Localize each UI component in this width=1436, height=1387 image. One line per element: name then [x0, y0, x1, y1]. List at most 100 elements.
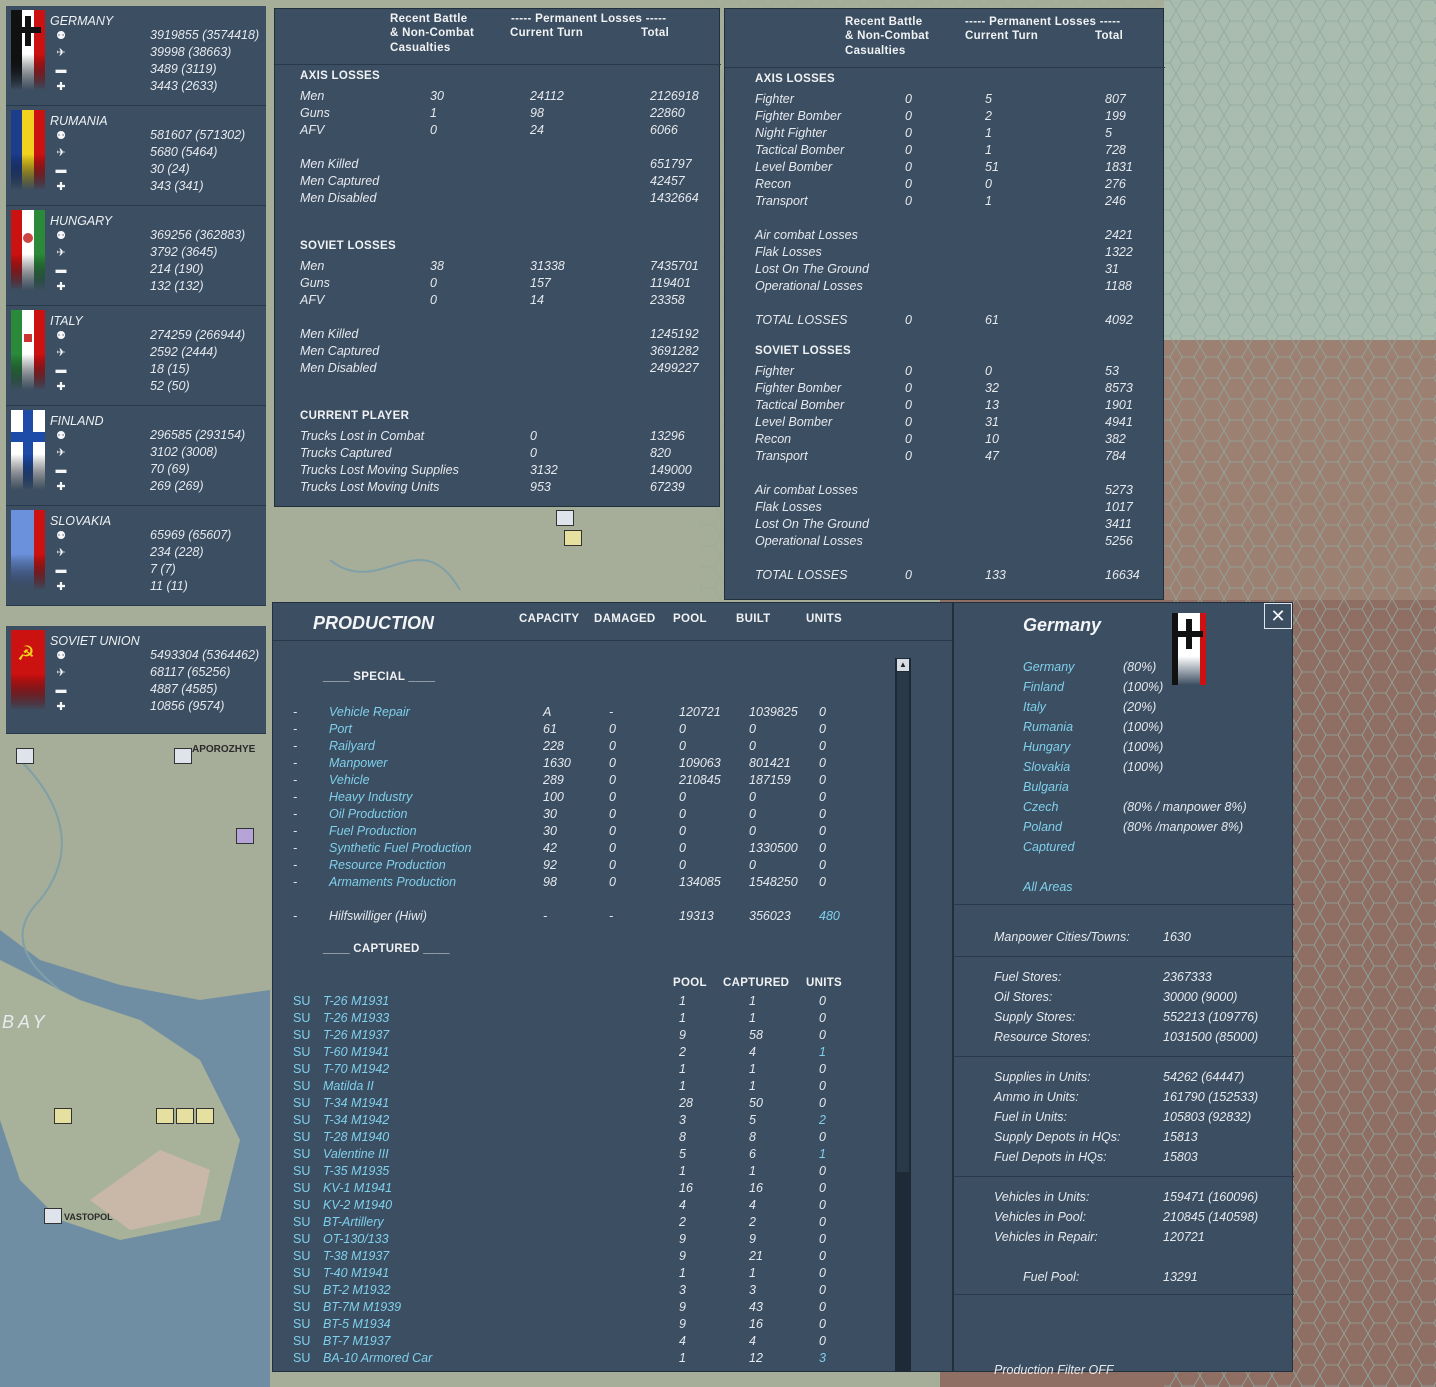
area-link[interactable]: Finland	[1023, 680, 1064, 694]
axis-loss-cell: 1	[430, 106, 437, 120]
map-unit-counter[interactable]	[564, 530, 582, 546]
map-unit-counter[interactable]	[174, 748, 192, 764]
captured-item-link[interactable]: BT-2 M1932	[323, 1283, 391, 1297]
soviet-air-losses-title: SOVIET LOSSES	[755, 345, 851, 357]
captured-item-link[interactable]: T-60 M1941	[323, 1045, 389, 1059]
nation-row-rumania[interactable]: RUMANIA ⚉ 581607 (571302) ✈ 5680 (5464) ▬ 30 (…	[6, 106, 266, 206]
gun-icon: ✈	[56, 47, 66, 59]
unit-supply-label: Fuel Depots in HQs:	[994, 1150, 1107, 1164]
captured-item-link[interactable]: Matilda II	[323, 1079, 374, 1093]
captured-item-link[interactable]: BT-7 M1937	[323, 1334, 391, 1348]
captured-item-link[interactable]: KV-1 M1941	[323, 1181, 392, 1195]
nation-row-hungary[interactable]: HUNGARY ⚉ 369256 (362883) ✈ 3792 (3645) ▬ 214 …	[6, 206, 266, 306]
axis-loss-cell: 6066	[650, 123, 678, 137]
soviet-air-cell: Fighter Bomber	[755, 381, 842, 395]
area-link[interactable]: Bulgaria	[1023, 780, 1069, 794]
col-capacity[interactable]: CAPACITY	[519, 613, 579, 625]
axis-loss-cell: Men	[300, 89, 325, 103]
captured-item-link[interactable]: T-70 M1942	[323, 1062, 389, 1076]
map-label-zaporozhye: APOROZHYE	[192, 744, 256, 755]
nation-row-soviet-union[interactable]: ☭ SOVIET UNION ⚉ 5493304 (5364462) ✈ 68117 (6…	[6, 626, 266, 734]
map-unit-counter[interactable]	[156, 1108, 174, 1124]
close-button[interactable]: ✕	[1264, 603, 1292, 629]
col-units[interactable]: UNITS	[806, 613, 842, 625]
soviet-air-cell: 8573	[1105, 381, 1133, 395]
special-item-link[interactable]: Manpower	[329, 756, 387, 770]
truck-loss-label: Trucks Lost Moving Units	[300, 480, 440, 494]
captured-cell: 9	[749, 1232, 756, 1246]
captured-cell: 2	[679, 1045, 686, 1059]
captured-item-link[interactable]: BA-10 Armored Car	[323, 1351, 432, 1365]
scroll-up-button[interactable]: ▲	[897, 659, 909, 671]
col-damaged[interactable]: DAMAGED	[594, 613, 656, 625]
map-unit-counter[interactable]	[54, 1108, 72, 1124]
special-item-link[interactable]: Vehicle Repair	[329, 705, 410, 719]
soviet-loss-cell: 119401	[650, 276, 691, 290]
map-label-sevastopol: VASTOPOL	[64, 1212, 113, 1222]
axis-air-other-label: Lost On The Ground	[755, 262, 869, 276]
area-link[interactable]: Slovakia	[1023, 760, 1070, 774]
map-unit-counter[interactable]	[196, 1108, 214, 1124]
captured-item-link[interactable]: T-26 M1937	[323, 1028, 389, 1042]
aircraft-icon: ✚	[56, 481, 66, 493]
all-areas-link[interactable]: All Areas	[1023, 880, 1073, 894]
captured-cell: SU	[293, 1181, 311, 1195]
area-link[interactable]: Captured	[1023, 840, 1074, 854]
special-item-link[interactable]: Resource Production	[329, 858, 446, 872]
special-cell: 0	[679, 739, 686, 753]
captured-item-link[interactable]: Valentine III	[323, 1147, 389, 1161]
captured-cell: 0	[819, 1198, 826, 1212]
map-unit-counter[interactable]	[236, 828, 254, 844]
soviet-air-other-value: 5256	[1105, 534, 1133, 548]
aircraft-icon: ✚	[56, 581, 66, 593]
captured-item-link[interactable]: BT-5 M1934	[323, 1317, 391, 1331]
captured-item-link[interactable]: T-26 M1931	[323, 994, 389, 1008]
captured-item-link[interactable]: T-34 M1942	[323, 1113, 389, 1127]
map-unit-counter[interactable]	[44, 1208, 62, 1224]
area-link[interactable]: Germany	[1023, 660, 1074, 674]
captured-item-link[interactable]: T-38 M1937	[323, 1249, 389, 1263]
scrollbar-thumb[interactable]	[897, 672, 909, 1172]
special-item-link[interactable]: Armaments Production	[329, 875, 456, 889]
col-pool[interactable]: POOL	[673, 613, 707, 625]
special-item-link[interactable]: Synthetic Fuel Production	[329, 841, 471, 855]
soviet-air-total-cell: TOTAL LOSSES	[755, 568, 848, 582]
captured-item-link[interactable]: BT-7M M1939	[323, 1300, 401, 1314]
captured-cell: 8	[679, 1130, 686, 1144]
nation-row-finland[interactable]: FINLAND ⚉ 296585 (293154) ✈ 3102 (3008) ▬ 70 (…	[6, 406, 266, 506]
area-percent: (80%)	[1123, 660, 1157, 674]
area-link[interactable]: Hungary	[1023, 740, 1070, 754]
area-link[interactable]: Italy	[1023, 700, 1046, 714]
captured-item-link[interactable]: OT-130/133	[323, 1232, 389, 1246]
map-unit-counter[interactable]	[176, 1108, 194, 1124]
special-item-link[interactable]: Port	[329, 722, 352, 736]
special-item-link[interactable]: Vehicle	[329, 773, 370, 787]
captured-item-link[interactable]: T-28 M1940	[323, 1130, 389, 1144]
special-cell: 42	[543, 841, 557, 855]
soviet-loss-cell: 38	[430, 259, 444, 273]
special-item-link[interactable]: Fuel Production	[329, 824, 417, 838]
captured-item-link[interactable]: T-26 M1933	[323, 1011, 389, 1025]
special-item-link[interactable]: Oil Production	[329, 807, 408, 821]
captured-item-link[interactable]: T-35 M1935	[323, 1164, 389, 1178]
production-filter-toggle[interactable]: Production Filter OFF	[994, 1363, 1113, 1377]
col-built[interactable]: BUILT	[736, 613, 771, 625]
captured-item-link[interactable]: BT-Artillery	[323, 1215, 384, 1229]
nation-row-slovakia[interactable]: SLOVAKIA ⚉ 65969 (65607) ✈ 234 (228) ▬ 7 (7) ✚ 1…	[6, 506, 266, 606]
area-link[interactable]: Rumania	[1023, 720, 1073, 734]
captured-item-link[interactable]: T-40 M1941	[323, 1266, 389, 1280]
map-unit-counter[interactable]	[16, 748, 34, 764]
special-item-link[interactable]: Heavy Industry	[329, 790, 412, 804]
nation-stat-value: 234 (228)	[150, 545, 204, 559]
captured-item-link[interactable]: KV-2 M1940	[323, 1198, 392, 1212]
area-link[interactable]: Poland	[1023, 820, 1062, 834]
store-label: Oil Stores:	[994, 990, 1053, 1004]
nation-row-italy[interactable]: ITALY ⚉ 274259 (266944) ✈ 2592 (2444) ▬ 18 (15…	[6, 306, 266, 406]
captured-cell: 0	[819, 1096, 826, 1110]
special-item-link[interactable]: Railyard	[329, 739, 375, 753]
captured-item-link[interactable]: T-34 M1941	[323, 1096, 389, 1110]
map-unit-counter[interactable]	[556, 510, 574, 526]
header-total: Total	[1095, 30, 1124, 42]
area-link[interactable]: Czech	[1023, 800, 1058, 814]
nation-row-germany[interactable]: GERMANY ⚉ 3919855 (3574418) ✈ 39998 (38663) ▬…	[6, 6, 266, 106]
